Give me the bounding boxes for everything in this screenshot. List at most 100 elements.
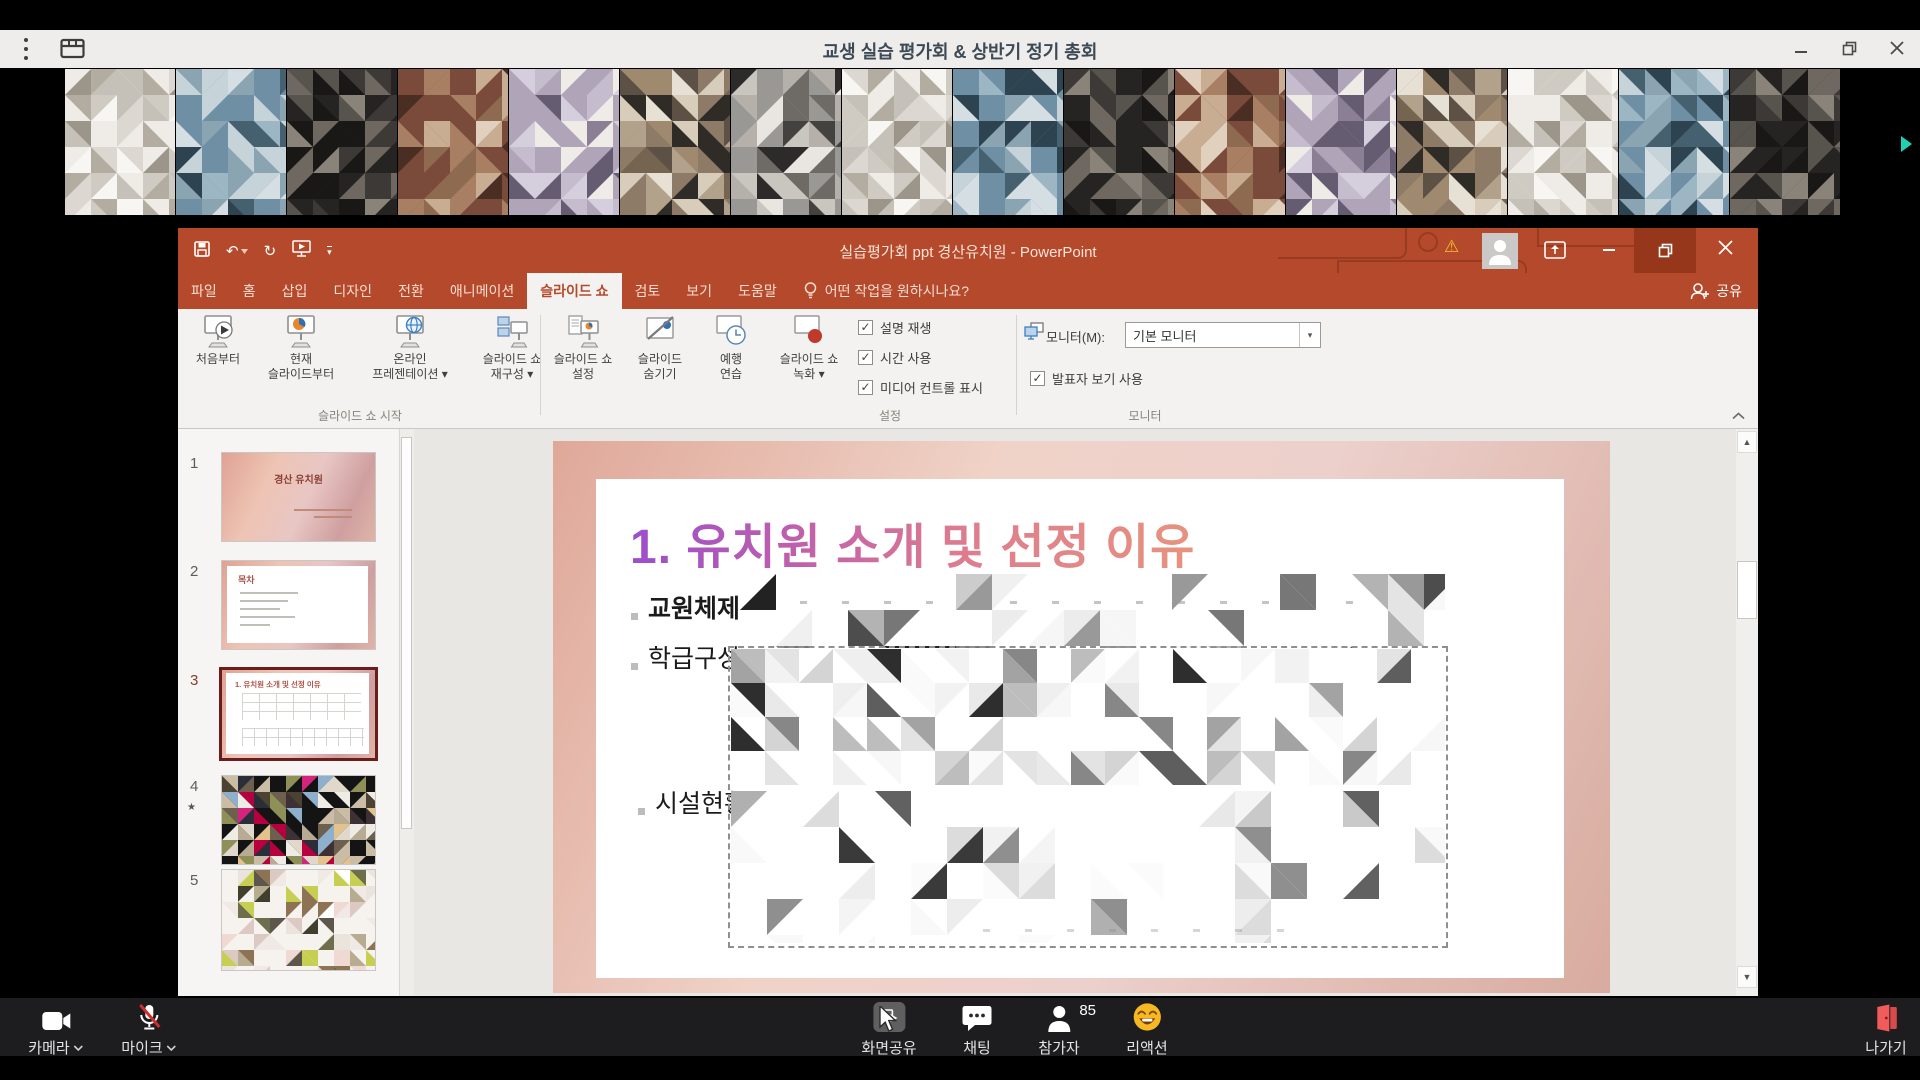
tab-transitions[interactable]: 전환 (385, 273, 437, 309)
slide-thumbnail-4-censored[interactable] (222, 776, 375, 864)
pixelated-table-region (731, 649, 1445, 785)
slide-thumbnail-2[interactable]: 목차 (222, 561, 375, 649)
participant-video-tile[interactable] (1619, 69, 1729, 215)
screen-play-icon (201, 313, 235, 349)
checkbox-icon (1030, 371, 1045, 386)
slide-bullet-2[interactable]: 학급구성 (648, 639, 740, 675)
chat-button[interactable]: 채팅 (962, 1002, 992, 1058)
tab-slideshow[interactable]: 슬라이드 쇼 (527, 273, 621, 309)
slide-thumbnail-panel: 1 경산 유치원 2 목차 (178, 429, 400, 996)
ribbon-display-options-button[interactable] (1544, 241, 1566, 264)
ppt-minimize-button[interactable] (1602, 240, 1616, 259)
laughing-emoji-icon (1132, 1002, 1162, 1032)
participant-video-tile[interactable] (731, 69, 841, 215)
meeting-title: 교생 실습 평가회 & 상반기 정기 총회 (0, 38, 1920, 64)
checkbox-use-timings[interactable]: 시간 사용 (858, 348, 931, 367)
group-separator (1016, 315, 1017, 415)
tab-insert[interactable]: 삽입 (269, 273, 321, 309)
participant-video-tile[interactable] (1175, 69, 1285, 215)
participants-button[interactable]: 85 참가자 (1038, 1002, 1079, 1058)
monitor-dropdown[interactable]: 기본 모니터 (1125, 322, 1321, 348)
tab-view[interactable]: 보기 (673, 273, 725, 309)
obscured-text-row (983, 929, 1313, 932)
next-participants-arrow[interactable] (1899, 134, 1913, 159)
restore-button[interactable] (1840, 39, 1858, 57)
participants-icon (1046, 1004, 1072, 1032)
leave-door-icon (1873, 1004, 1899, 1032)
tab-home[interactable]: 홈 (230, 273, 269, 309)
scroll-down-button[interactable]: ▼ (1737, 966, 1757, 988)
pixelated-slide-content (222, 776, 375, 864)
scrollbar-thumb[interactable] (401, 437, 412, 829)
slide-thumbnail-1[interactable]: 경산 유치원 (222, 453, 375, 541)
slide3-page: 1. 유치원 소개 및 선정 이유 (226, 673, 369, 754)
participant-video-tile[interactable] (65, 69, 175, 215)
toc-line (240, 600, 288, 602)
slide-area-scrollbar[interactable]: ▲ ▼ (1736, 429, 1758, 996)
document-title: 실습평가회 ppt 경산유치원 - PowerPoint (178, 241, 1758, 262)
participant-video-tile[interactable] (509, 69, 619, 215)
group-separator (540, 315, 541, 415)
participant-video-tile[interactable] (1286, 69, 1396, 215)
participant-video-tile[interactable] (620, 69, 730, 215)
thumbnail-panel-scrollbar[interactable] (400, 429, 414, 996)
reactions-button[interactable]: 리액션 (1126, 1002, 1167, 1058)
slide-title[interactable]: 1. 유치원 소개 및 선정 이유 (630, 507, 1195, 577)
tab-help[interactable]: 도움말 (725, 273, 790, 309)
participant-video-tile[interactable] (1730, 69, 1840, 215)
hide-slide-button[interactable]: 슬라이드숨기기 (622, 313, 698, 382)
participant-video-tile[interactable] (398, 69, 508, 215)
from-beginning-button[interactable]: 처음부터 (184, 313, 252, 367)
checkbox-presenter-view[interactable]: 발표자 보기 사용 (1030, 369, 1143, 388)
participant-video-tile[interactable] (1064, 69, 1174, 215)
leave-button[interactable]: 나가기 (1865, 1002, 1906, 1058)
from-current-slide-button[interactable]: 현재슬라이드부터 (252, 313, 350, 382)
pixelated-table-region (740, 574, 1445, 648)
participant-video-tile[interactable] (953, 69, 1063, 215)
lightbulb-icon (804, 282, 817, 300)
checkbox-show-media-controls[interactable]: 미디어 컨트롤 표시 (858, 378, 983, 397)
slide3-table (242, 693, 361, 720)
slide-thumbnail-5-censored[interactable] (222, 870, 375, 970)
mic-button-muted[interactable]: 마이크 (121, 1002, 176, 1058)
collapse-ribbon-button[interactable] (1732, 409, 1745, 423)
account-avatar[interactable] (1482, 233, 1518, 269)
checkbox-play-narrations[interactable]: 설명 재생 (858, 318, 931, 337)
tell-me-box[interactable]: 어떤 작업을 원하시나요? (804, 273, 969, 309)
camera-button[interactable]: 카메라 (28, 1002, 83, 1058)
screen-chart-icon (284, 313, 318, 349)
ppt-close-button[interactable] (1718, 239, 1733, 260)
slide-thumbnail-3[interactable]: 1. 유치원 소개 및 선정 이유 (222, 670, 375, 758)
participants-count: 85 (1079, 1002, 1096, 1019)
present-online-button[interactable]: 온라인프레젠테이션 ▾ (358, 313, 462, 382)
close-button[interactable] (1888, 39, 1906, 57)
tab-review[interactable]: 검토 (622, 273, 674, 309)
participant-video-tile[interactable] (176, 69, 286, 215)
rehearse-timings-button[interactable]: 예행연습 (700, 313, 762, 382)
slide2-title: 목차 (238, 573, 255, 586)
participant-video-tile[interactable] (287, 69, 397, 215)
slide3-table (242, 728, 364, 746)
tab-design[interactable]: 디자인 (320, 273, 385, 309)
setup-slideshow-button[interactable]: 슬라이드 쇼설정 (546, 313, 620, 382)
group-label-setup: 설정 (879, 407, 901, 424)
record-icon (792, 313, 826, 349)
bullet-icon (638, 808, 645, 815)
participant-video-tile[interactable] (1397, 69, 1507, 215)
powerpoint-window: ↶ ↻ ▾ 실습평가회 ppt 경산유치원 - PowerPoint ⚠ 파일 … (178, 228, 1758, 996)
share-button[interactable]: 공유 (1690, 273, 1742, 309)
scroll-up-button[interactable]: ▲ (1737, 431, 1757, 453)
participant-video-tile[interactable] (1508, 69, 1618, 215)
scrollbar-thumb[interactable] (1737, 561, 1757, 619)
tab-animations[interactable]: 애니메이션 (437, 273, 527, 309)
slide-number: 5 (190, 872, 198, 889)
powerpoint-titlebar: ↶ ↻ ▾ 실습평가회 ppt 경산유치원 - PowerPoint ⚠ (178, 228, 1758, 273)
ppt-restore-button[interactable] (1634, 228, 1696, 273)
minimize-button[interactable] (1792, 39, 1810, 57)
slide-bullet-1[interactable]: 교원체제 (648, 589, 740, 625)
chat-icon (962, 1004, 992, 1032)
record-slideshow-button[interactable]: 슬라이드 쇼녹화 ▾ (764, 313, 854, 382)
checkbox-icon (858, 350, 873, 365)
tab-file[interactable]: 파일 (178, 273, 230, 309)
participant-video-tile[interactable] (842, 69, 952, 215)
